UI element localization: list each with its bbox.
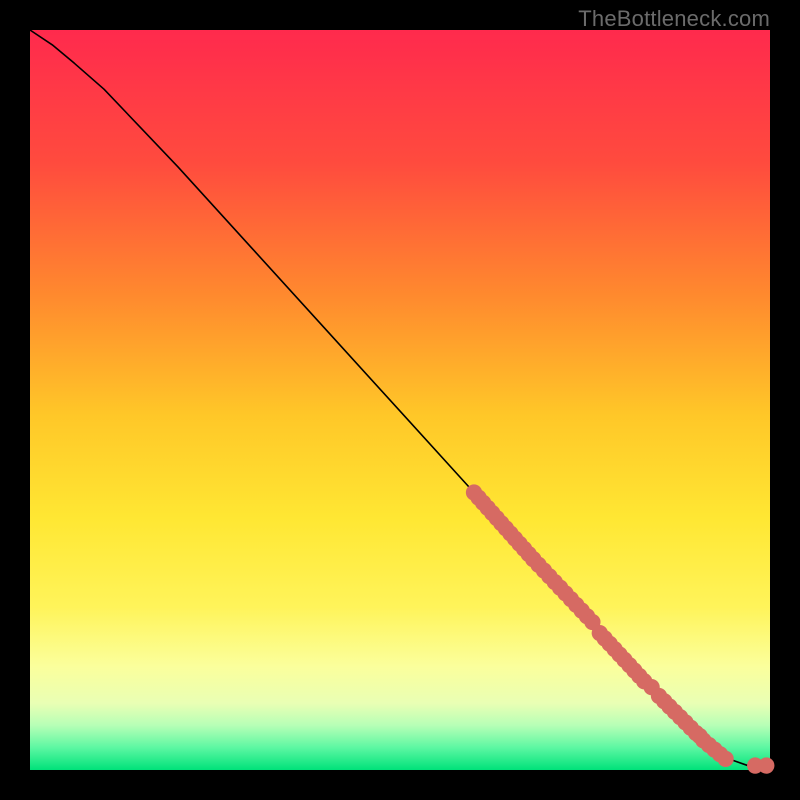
watermark-text: TheBottleneck.com — [578, 6, 770, 32]
plot-area — [30, 30, 770, 770]
bottleneck-curve — [30, 30, 770, 766]
data-point — [717, 751, 733, 767]
chart-overlay-svg — [30, 30, 770, 770]
chart-stage: TheBottleneck.com — [0, 0, 800, 800]
data-point — [643, 679, 659, 695]
data-point — [758, 757, 774, 773]
dots-layer — [466, 484, 775, 773]
data-point — [692, 728, 708, 744]
curve-layer — [30, 30, 770, 766]
